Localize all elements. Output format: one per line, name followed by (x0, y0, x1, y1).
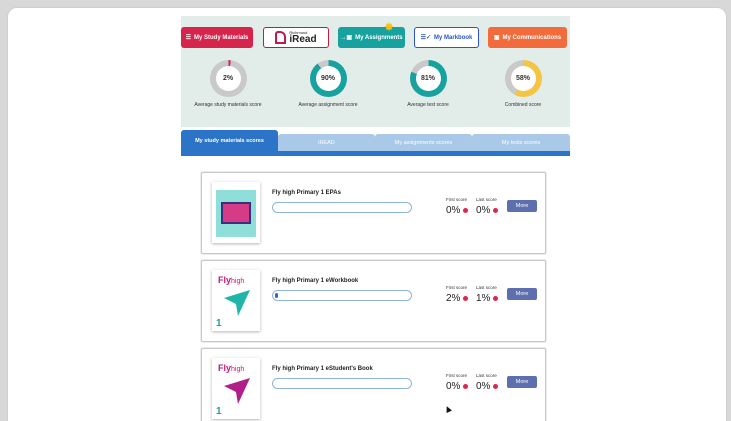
summary-panel: ☰ My Study Materials Richmond iRead →▣ M… (181, 16, 570, 127)
progress-fill (275, 293, 278, 298)
nav-label: My Communications (502, 34, 562, 41)
logo-high: high (231, 366, 245, 373)
browser-frame: ☰ My Study Materials Richmond iRead →▣ M… (7, 7, 727, 421)
materials-list: Fly high Primary 1 EPAs First score Last… (181, 156, 570, 421)
gauge-combined: 58% Combined score (476, 60, 570, 116)
nav-label: My Assignments (355, 34, 403, 41)
last-score: 0% (476, 205, 499, 216)
iread-logo: Richmond iRead (275, 30, 317, 45)
last-score: 0% (476, 381, 499, 392)
gauge-value: 81% (415, 66, 441, 91)
fly-high-logo: Flyhigh (218, 363, 244, 373)
gauge-label: Average study materials score (194, 102, 262, 108)
gauge-label: Average test score (407, 102, 449, 108)
tab-tests-scores[interactable]: My tests scores (472, 134, 570, 152)
gauge-value: 58% (510, 66, 536, 91)
richmond-r-icon (275, 31, 287, 44)
tab-iread[interactable]: iREAD (278, 134, 375, 152)
material-card-epas: Fly high Primary 1 EPAs First score Last… (201, 172, 546, 254)
paper-plane-icon (224, 290, 250, 316)
material-title: Fly high Primary 1 eStudent's Book (272, 366, 373, 372)
top-nav: ☰ My Study Materials Richmond iRead →▣ M… (181, 21, 570, 49)
gauge-test: 81% Average test score (381, 60, 475, 116)
material-title: Fly high Primary 1 EPAs (272, 190, 341, 196)
status-dot (493, 384, 499, 389)
level-number: 1 (216, 406, 222, 417)
list-icon: ☰ (185, 35, 192, 41)
assignment-arrow-icon: →▣ (340, 35, 353, 41)
status-dot (493, 296, 499, 301)
last-score-value: 0% (476, 205, 491, 216)
gauge-label: Combined score (504, 102, 542, 108)
first-score-value: 2% (446, 293, 461, 304)
more-button[interactable]: More (507, 288, 537, 300)
book-cover-epas[interactable] (212, 182, 260, 243)
material-card-estudents-book: Flyhigh 1 Fly high Primary 1 eStudent's … (201, 348, 546, 421)
level-number: 1 (216, 318, 222, 329)
status-dot (463, 208, 469, 213)
last-score: 1% (476, 293, 499, 304)
first-score-label: First score (446, 285, 468, 290)
first-score-value: 0% (446, 205, 461, 216)
first-score: 0% (446, 205, 469, 216)
logo-fly: Fly (218, 363, 232, 373)
app-container: ☰ My Study Materials Richmond iRead →▣ M… (181, 16, 570, 421)
last-score-value: 1% (476, 293, 491, 304)
progress-ring: 90% (309, 60, 347, 97)
first-score-label: First score (446, 197, 468, 202)
gauge-value: 2% (215, 66, 241, 91)
status-dot (493, 208, 499, 213)
progress-ring: 2% (209, 60, 247, 97)
progress-bar (272, 378, 412, 389)
more-button[interactable]: More (507, 376, 537, 388)
progress-ring: 81% (409, 60, 447, 97)
fly-high-logo: Flyhigh (218, 275, 244, 285)
progress-bar (272, 290, 412, 301)
first-score: 0% (446, 381, 469, 392)
my-markbook-button[interactable]: ☰✓ My Markbook (414, 27, 479, 48)
last-score-label: Last score (476, 285, 497, 290)
last-score-label: Last score (476, 373, 497, 378)
nav-label: My Markbook (434, 34, 473, 41)
material-title: Fly high Primary 1 eWorkbook (272, 278, 359, 284)
gauge-label: Average assignment score (298, 102, 358, 108)
progress-bar (272, 202, 412, 213)
checklist-icon: ☰✓ (420, 35, 432, 41)
first-score-value: 0% (446, 381, 461, 392)
last-score-label: Last score (476, 197, 497, 202)
logo-high: high (231, 278, 245, 285)
star-icon: ✸ (384, 20, 395, 34)
tab-assignments-scores[interactable]: My assignments scores (375, 134, 472, 152)
paper-plane-icon (224, 378, 250, 404)
epa-illustration (216, 190, 256, 237)
more-button[interactable]: More (507, 200, 537, 212)
gauge-value: 90% (315, 66, 341, 91)
gauge-assignment: 90% Average assignment score (281, 60, 375, 116)
book-cover-eworkbook[interactable]: Flyhigh 1 (212, 270, 260, 331)
iread-big-label: iRead (289, 33, 317, 45)
progress-ring: 58% (504, 60, 542, 97)
nav-label: My Study Materials (194, 34, 249, 41)
material-card-eworkbook: Flyhigh 1 Fly high Primary 1 eWorkbook F… (201, 260, 546, 342)
status-dot (463, 384, 469, 389)
logo-fly: Fly (218, 275, 232, 285)
chat-icon: ▣ (493, 35, 500, 41)
gauge-study: 2% Average study materials score (181, 60, 275, 116)
first-score-label: First score (446, 373, 468, 378)
my-study-materials-button[interactable]: ☰ My Study Materials (181, 27, 253, 48)
last-score-value: 0% (476, 381, 491, 392)
book-cover-estudents-book[interactable]: Flyhigh 1 (212, 358, 260, 419)
tab-study-materials-scores[interactable]: My study materials scores (181, 130, 278, 152)
first-score: 2% (446, 293, 469, 304)
status-dot (463, 296, 469, 301)
my-communications-button[interactable]: ▣ My Communications (488, 27, 567, 48)
iread-button[interactable]: Richmond iRead (263, 27, 329, 48)
